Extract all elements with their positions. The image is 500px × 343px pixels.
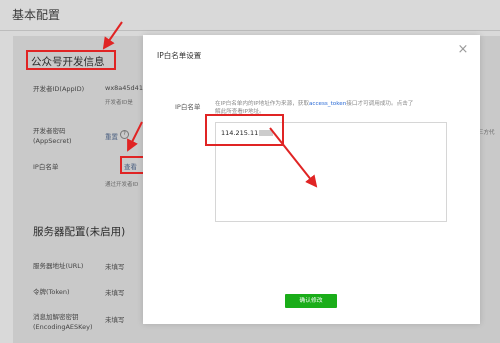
aeskey-value: 未填写: [105, 316, 125, 324]
ip-whitelist-field-label: IP白名单: [175, 103, 201, 111]
server-config-title: 服务器配置(未启用): [33, 226, 126, 238]
official-account-title: 公众号开发信息: [31, 56, 105, 68]
description-text-tail: 接口才可调用成功。点击了: [346, 101, 414, 107]
appsecret-actions: 重置?: [105, 124, 129, 143]
appid-label: 开发者ID(AppID): [33, 85, 85, 93]
page-title: 基本配置: [12, 8, 61, 22]
dialog-title: IP白名单设置: [157, 51, 202, 60]
appid-hint: 开发者ID是: [105, 100, 133, 106]
right-edge-text: 三方代: [478, 130, 495, 136]
reset-link[interactable]: 重置: [105, 133, 118, 141]
aeskey-label: 消息加解密密钥 (EncodingAESKey): [33, 313, 93, 331]
ip-whitelist-dialog: IP白名单设置 × IP白名单 在IP白名单内的IP地址作为来源，获取acces…: [143, 35, 480, 324]
ip-whitelist-label: IP白名单: [33, 163, 59, 171]
highlight-box-ip: [205, 114, 284, 146]
token-value: 未填写: [105, 289, 125, 297]
server-url-label: 服务器地址(URL): [33, 262, 84, 270]
confirm-button[interactable]: 确认修改: [285, 294, 337, 308]
title-divider: [0, 30, 500, 31]
help-icon[interactable]: ?: [120, 130, 129, 139]
appsecret-label: 开发者密码 (AppSecret): [33, 127, 72, 145]
view-ip-link[interactable]: 查看: [124, 161, 137, 171]
token-label: 令牌(Token): [33, 288, 70, 296]
description-text: 在IP白名单内的IP地址作为来源，获取: [215, 101, 309, 107]
access-token-link[interactable]: access_token: [309, 101, 346, 107]
appid-value: wx8a45d412: [105, 84, 148, 92]
close-icon[interactable]: ×: [456, 43, 470, 57]
server-url-value: 未填写: [105, 263, 125, 271]
ip-whitelist-hint: 通过开发者ID: [105, 182, 139, 188]
